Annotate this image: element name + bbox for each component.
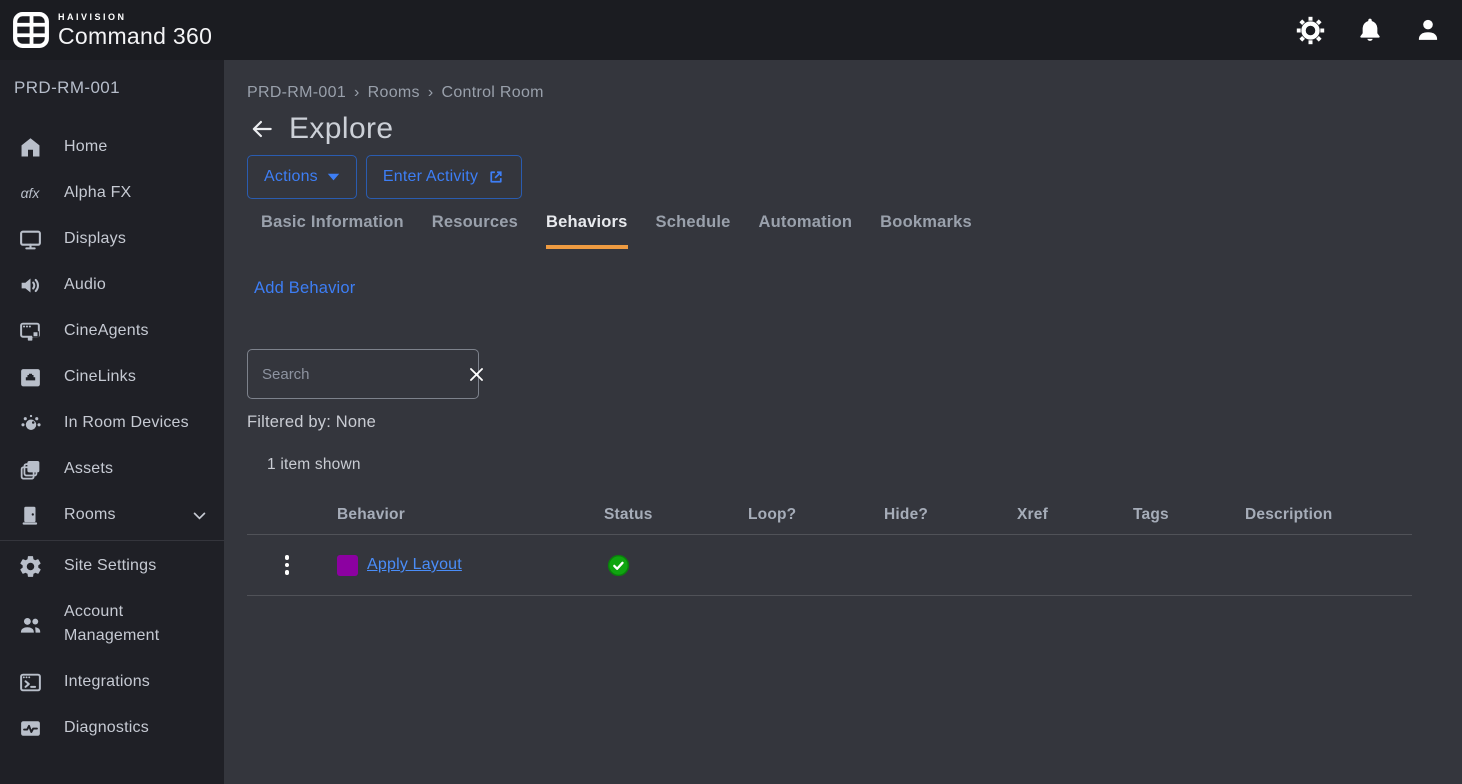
sidebar-item-label: Account Management bbox=[64, 600, 190, 648]
sidebar-item-label: Site Settings bbox=[64, 554, 156, 578]
tab-automation[interactable]: Automation bbox=[745, 213, 867, 249]
behavior-link[interactable]: Apply Layout bbox=[367, 556, 462, 574]
audio-icon bbox=[16, 271, 44, 299]
table-row: Apply Layout bbox=[247, 535, 1412, 596]
sidebar-item-displays[interactable]: Displays bbox=[0, 216, 224, 262]
gear-icon bbox=[1295, 15, 1326, 46]
terminal-icon bbox=[16, 668, 44, 696]
sidebar-item-label: Integrations bbox=[64, 670, 150, 694]
filtered-by-text: Filtered by: None bbox=[247, 413, 1412, 432]
sidebar-item-rooms[interactable]: Rooms bbox=[0, 492, 224, 538]
row-menu-button[interactable] bbox=[278, 555, 296, 575]
gear-icon bbox=[16, 552, 44, 580]
sidebar-item-cineagents[interactable]: CineAgents bbox=[0, 308, 224, 354]
external-link-icon bbox=[487, 168, 505, 186]
status-active-icon bbox=[607, 554, 630, 577]
enter-activity-label: Enter Activity bbox=[383, 168, 478, 186]
topbar: HAIVISION Command 360 bbox=[0, 0, 1462, 60]
column-header-loop: Loop? bbox=[748, 506, 884, 524]
sidebar-nav: Home αfx Alpha FX Displays bbox=[0, 124, 224, 751]
pulse-chart-icon bbox=[16, 714, 44, 742]
sidebar: PRD-RM-001 Home αfx Alpha FX bbox=[0, 60, 224, 784]
sidebar-item-label: Assets bbox=[64, 457, 113, 481]
sidebar-item-home[interactable]: Home bbox=[0, 124, 224, 170]
haivision-logo-icon bbox=[12, 11, 50, 49]
brand-name: HAIVISION bbox=[58, 13, 212, 22]
rooms-icon bbox=[16, 501, 44, 529]
sidebar-item-alpha-fx[interactable]: αfx Alpha FX bbox=[0, 170, 224, 216]
sidebar-item-label: Audio bbox=[64, 273, 106, 297]
displays-icon bbox=[16, 225, 44, 253]
sidebar-item-assets[interactable]: Assets bbox=[0, 446, 224, 492]
tab-basic-information[interactable]: Basic Information bbox=[247, 213, 418, 249]
tab-resources[interactable]: Resources bbox=[418, 213, 532, 249]
breadcrumb-separator: › bbox=[354, 84, 360, 101]
actions-button-label: Actions bbox=[264, 168, 318, 186]
settings-button[interactable] bbox=[1295, 15, 1326, 46]
column-header-description: Description bbox=[1245, 506, 1412, 524]
tab-behaviors[interactable]: Behaviors bbox=[532, 213, 642, 249]
behavior-color-swatch bbox=[337, 555, 358, 576]
cineagents-icon bbox=[16, 317, 44, 345]
sidebar-item-audio[interactable]: Audio bbox=[0, 262, 224, 308]
column-header-behavior: Behavior bbox=[337, 506, 604, 524]
account-button[interactable] bbox=[1414, 16, 1442, 44]
enter-activity-button[interactable]: Enter Activity bbox=[366, 155, 522, 199]
items-shown-text: 1 item shown bbox=[267, 456, 1412, 474]
table-header-row: Behavior Status Loop? Hide? Xref Tags De… bbox=[247, 495, 1412, 535]
search-box bbox=[247, 349, 479, 399]
column-header-xref: Xref bbox=[1017, 506, 1133, 524]
tab-bar: Basic Information Resources Behaviors Sc… bbox=[247, 213, 1412, 249]
clear-search-button[interactable] bbox=[467, 365, 486, 384]
caret-down-icon bbox=[327, 173, 340, 181]
site-label: PRD-RM-001 bbox=[0, 78, 224, 98]
breadcrumb: PRD-RM-001 › Rooms › Control Room bbox=[247, 84, 1412, 102]
main-content: PRD-RM-001 › Rooms › Control Room Explore Ac… bbox=[224, 60, 1462, 784]
actions-button[interactable]: Actions bbox=[247, 155, 357, 199]
person-icon bbox=[1414, 16, 1442, 44]
sidebar-item-label: Rooms bbox=[64, 503, 116, 527]
app-logo[interactable]: HAIVISION Command 360 bbox=[12, 11, 212, 49]
assets-icon bbox=[16, 455, 44, 483]
breadcrumb-rooms[interactable]: Rooms bbox=[368, 84, 420, 101]
sidebar-item-label: Displays bbox=[64, 227, 126, 251]
sidebar-item-label: Home bbox=[64, 135, 107, 159]
chevron-down-icon[interactable] bbox=[191, 507, 208, 524]
sidebar-item-account-management[interactable]: Account Management bbox=[0, 589, 224, 659]
sidebar-item-label: Diagnostics bbox=[64, 716, 149, 740]
sidebar-divider bbox=[0, 540, 224, 541]
add-behavior-link[interactable]: Add Behavior bbox=[254, 279, 355, 298]
cinelinks-icon bbox=[16, 363, 44, 391]
alpha-fx-icon: αfx bbox=[16, 179, 44, 207]
column-header-status: Status bbox=[604, 506, 748, 524]
sidebar-item-label: In Room Devices bbox=[64, 411, 189, 435]
page-title: Explore bbox=[289, 112, 394, 146]
tab-schedule[interactable]: Schedule bbox=[642, 213, 745, 249]
column-header-hide: Hide? bbox=[884, 506, 1017, 524]
sidebar-item-label: CineLinks bbox=[64, 365, 136, 389]
back-button[interactable] bbox=[249, 116, 275, 142]
sidebar-item-label: Alpha FX bbox=[64, 181, 131, 205]
sidebar-item-diagnostics[interactable]: Diagnostics bbox=[0, 705, 224, 751]
sidebar-item-integrations[interactable]: Integrations bbox=[0, 659, 224, 705]
breadcrumb-separator: › bbox=[428, 84, 434, 101]
column-header-tags: Tags bbox=[1133, 506, 1245, 524]
tab-bookmarks[interactable]: Bookmarks bbox=[866, 213, 986, 249]
breadcrumb-current: Control Room bbox=[441, 84, 543, 101]
back-arrow-icon bbox=[249, 116, 275, 142]
product-name: Command 360 bbox=[58, 25, 212, 48]
people-icon bbox=[16, 610, 44, 638]
sidebar-item-site-settings[interactable]: Site Settings bbox=[0, 543, 224, 589]
home-icon bbox=[16, 133, 44, 161]
in-room-devices-icon bbox=[16, 409, 44, 437]
close-icon bbox=[467, 365, 486, 384]
breadcrumb-site[interactable]: PRD-RM-001 bbox=[247, 84, 346, 101]
notifications-button[interactable] bbox=[1356, 16, 1384, 44]
sidebar-item-cinelinks[interactable]: CineLinks bbox=[0, 354, 224, 400]
sidebar-item-label: CineAgents bbox=[64, 319, 149, 343]
search-input[interactable] bbox=[262, 366, 461, 383]
bell-icon bbox=[1356, 16, 1384, 44]
sidebar-item-in-room-devices[interactable]: In Room Devices bbox=[0, 400, 224, 446]
behaviors-table: Behavior Status Loop? Hide? Xref Tags De… bbox=[247, 495, 1412, 596]
